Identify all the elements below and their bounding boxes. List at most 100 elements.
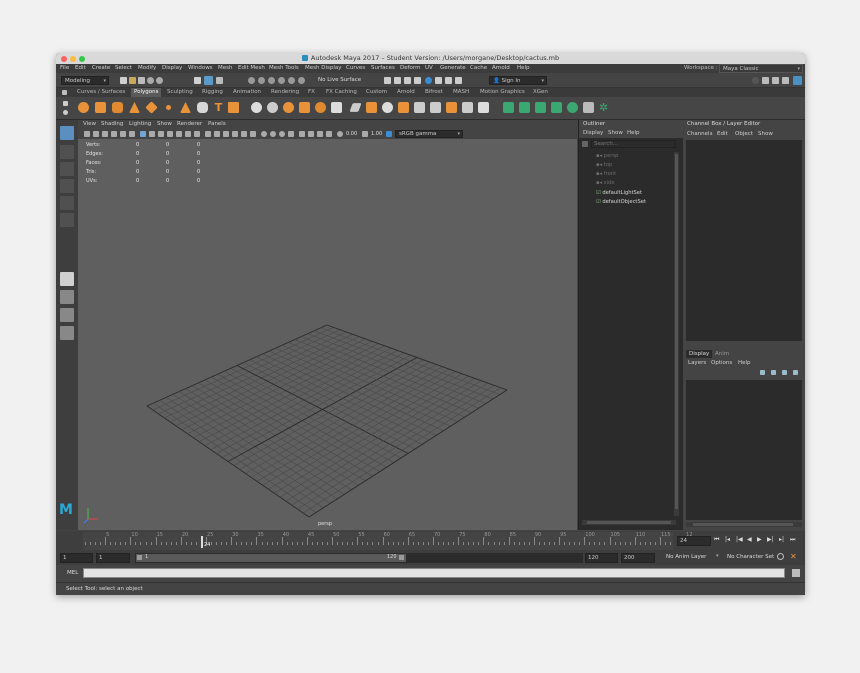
chevron-down-icon[interactable]: ▾ bbox=[716, 553, 719, 559]
resolution-gate-icon[interactable] bbox=[158, 131, 164, 137]
channel-box-toggle-icon[interactable] bbox=[793, 76, 802, 85]
screen-space-ao-icon[interactable] bbox=[261, 131, 267, 137]
separate-icon[interactable] bbox=[267, 102, 278, 113]
menu-select[interactable]: Select bbox=[115, 65, 132, 71]
workspace-dropdown[interactable]: Maya Classic ▾ bbox=[719, 64, 803, 73]
shelf-tab-curves-surfaces[interactable]: Curves / Surfaces bbox=[77, 89, 125, 95]
snap-to-surface-icon[interactable] bbox=[288, 77, 295, 84]
menu-windows[interactable]: Windows bbox=[188, 65, 213, 71]
outliner-item-side[interactable]: ▪◂ side bbox=[596, 180, 614, 186]
wedge-icon[interactable] bbox=[478, 102, 489, 113]
layer-menu-layers[interactable]: Layers bbox=[688, 360, 706, 366]
menu-mesh-tools[interactable]: Mesh Tools bbox=[269, 65, 299, 71]
paint-select-tool-icon[interactable] bbox=[60, 162, 74, 176]
new-empty-layer-icon[interactable] bbox=[782, 370, 787, 375]
menu-modify[interactable]: Modify bbox=[138, 65, 156, 71]
poly-pyramid-icon[interactable] bbox=[180, 102, 191, 113]
arnold-settings-icon[interactable] bbox=[455, 77, 462, 84]
boolean-icon[interactable] bbox=[299, 102, 310, 113]
viewport-menu-renderer[interactable]: Renderer bbox=[177, 121, 202, 127]
viewport-menu-shading[interactable]: Shading bbox=[101, 121, 123, 127]
field-chart-icon[interactable] bbox=[176, 131, 182, 137]
command-language-toggle[interactable]: MEL bbox=[67, 570, 78, 576]
shelf-tab-rigging[interactable]: Rigging bbox=[202, 89, 223, 95]
gamma-value[interactable]: 1.00 bbox=[371, 131, 382, 137]
wireframe-icon[interactable] bbox=[205, 131, 211, 137]
current-frame-field[interactable]: 24 bbox=[677, 536, 711, 546]
lasso-tool-icon[interactable] bbox=[60, 145, 74, 159]
textured-icon[interactable] bbox=[232, 131, 238, 137]
magnet-icon[interactable] bbox=[298, 77, 305, 84]
go-to-start-icon[interactable]: ⏮ bbox=[714, 536, 719, 544]
outliner-item-default-light-set[interactable]: ☑ defaultLightSet bbox=[596, 190, 642, 196]
render-settings-icon[interactable] bbox=[414, 77, 421, 84]
snap-to-curve-icon[interactable] bbox=[258, 77, 265, 84]
search-icon[interactable] bbox=[582, 141, 588, 147]
auto-key-icon[interactable] bbox=[777, 553, 784, 560]
shelf-settings-icon[interactable] bbox=[62, 90, 67, 95]
step-back-key-icon[interactable]: |◀ bbox=[736, 536, 743, 543]
channel-box-menu-object[interactable]: Object bbox=[735, 131, 753, 137]
poly-sphere-icon[interactable] bbox=[78, 102, 89, 113]
save-scene-icon[interactable] bbox=[138, 77, 145, 84]
exposure-value[interactable]: 0.00 bbox=[346, 131, 357, 137]
four-view-layout-icon[interactable] bbox=[60, 290, 74, 304]
snap-to-point-icon[interactable] bbox=[268, 77, 275, 84]
animation-end-field[interactable]: 200 bbox=[621, 553, 655, 563]
bevel-icon[interactable] bbox=[414, 102, 425, 113]
shelf-tab-bifrost[interactable]: Bifrost bbox=[425, 89, 443, 95]
connect-icon[interactable] bbox=[382, 102, 393, 113]
grid-toggle-icon[interactable] bbox=[140, 131, 146, 137]
animation-start-field[interactable]: 1 bbox=[60, 553, 93, 563]
step-back-frame-icon[interactable]: |◂ bbox=[725, 536, 730, 543]
move-layer-up-icon[interactable] bbox=[760, 370, 765, 375]
uv-unfold-icon[interactable] bbox=[567, 102, 578, 113]
shelf-tab-animation[interactable]: Animation bbox=[233, 89, 261, 95]
color-management-icon[interactable] bbox=[386, 131, 392, 137]
attribute-editor-icon[interactable] bbox=[772, 77, 779, 84]
exposure-icon[interactable] bbox=[337, 131, 343, 137]
new-layer-from-selection-icon[interactable] bbox=[793, 370, 798, 375]
arnold-render-icon[interactable] bbox=[435, 77, 442, 84]
range-start-handle[interactable] bbox=[137, 555, 142, 560]
ipr-render-icon[interactable] bbox=[404, 77, 411, 84]
menu-create[interactable]: Create bbox=[92, 65, 110, 71]
safe-title-icon[interactable] bbox=[194, 131, 200, 137]
smooth-icon[interactable] bbox=[283, 102, 294, 113]
sign-in-dropdown[interactable]: 👤 Sign In ▾ bbox=[489, 76, 547, 85]
layer-horizontal-thumb[interactable] bbox=[693, 523, 793, 526]
redo-icon[interactable] bbox=[156, 77, 163, 84]
menu-edit-mesh[interactable]: Edit Mesh bbox=[238, 65, 265, 71]
play-backwards-icon[interactable]: ◀ bbox=[747, 536, 752, 543]
shelf-tab-xgen[interactable]: XGen bbox=[533, 89, 548, 95]
outliner-menu-show[interactable]: Show bbox=[608, 130, 623, 136]
gamma-icon[interactable] bbox=[362, 131, 368, 137]
render-view-icon[interactable] bbox=[384, 77, 391, 84]
live-surface-label[interactable]: No Live Surface bbox=[318, 77, 361, 83]
shelf-tab-rendering[interactable]: Rendering bbox=[271, 89, 299, 95]
uv-layout-icon[interactable]: ✲ bbox=[599, 102, 610, 113]
open-scene-icon[interactable] bbox=[129, 77, 136, 84]
wireframe-on-shaded-icon[interactable] bbox=[223, 131, 229, 137]
modeling-toolkit-icon[interactable] bbox=[762, 77, 769, 84]
animation-prefs-icon[interactable]: ✕ bbox=[790, 552, 797, 561]
snap-to-grid-icon[interactable] bbox=[248, 77, 255, 84]
append-polygon-icon[interactable] bbox=[462, 102, 473, 113]
outliner-item-persp[interactable]: ▪◂ persp bbox=[596, 153, 618, 159]
menu-arnold[interactable]: Arnold bbox=[492, 65, 510, 71]
multi-cut-icon[interactable] bbox=[349, 103, 362, 112]
viewport-menu-lighting[interactable]: Lighting bbox=[129, 121, 151, 127]
select-by-component-icon[interactable] bbox=[204, 76, 213, 85]
poly-cone-icon[interactable] bbox=[129, 102, 140, 113]
target-weld-icon[interactable] bbox=[366, 102, 377, 113]
shelf-menu-icon[interactable] bbox=[63, 101, 68, 106]
character-set-dropdown[interactable]: No Character Set bbox=[727, 554, 774, 560]
outliner-horizontal-thumb[interactable] bbox=[587, 521, 671, 524]
shelf-tab-motion-graphics[interactable]: Motion Graphics bbox=[480, 89, 525, 95]
render-frame-icon[interactable] bbox=[394, 77, 401, 84]
poly-cylinder-icon[interactable] bbox=[112, 102, 123, 113]
uv-editor-icon[interactable] bbox=[583, 102, 594, 113]
smooth-shade-icon[interactable] bbox=[214, 131, 220, 137]
poly-torus-icon[interactable] bbox=[163, 102, 174, 113]
shelf-tab-fx[interactable]: FX bbox=[308, 89, 315, 95]
